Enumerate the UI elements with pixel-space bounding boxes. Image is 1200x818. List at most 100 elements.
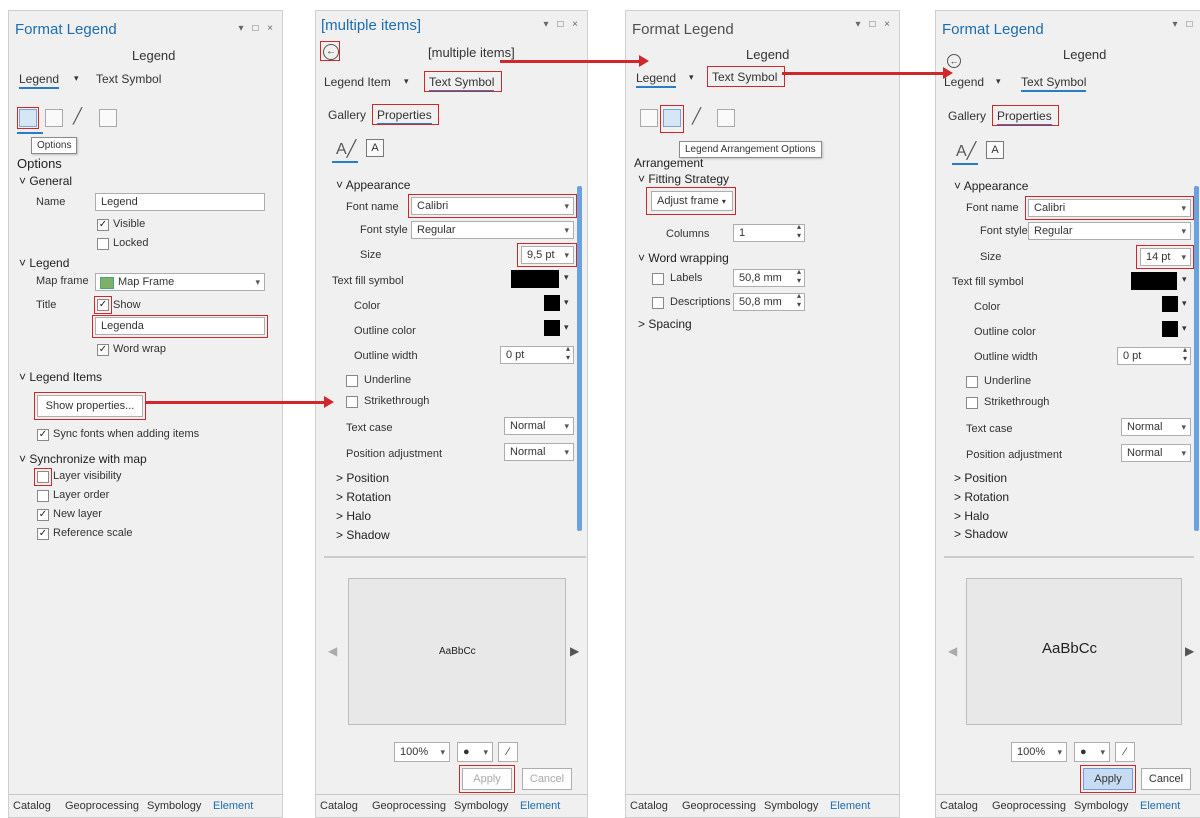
tab-element[interactable]: Element xyxy=(1140,800,1180,812)
descriptions-checkbox[interactable] xyxy=(652,297,664,309)
chevron-down-icon[interactable]: ▾ xyxy=(564,322,569,333)
tab-geoprocessing[interactable]: Geoprocessing xyxy=(65,800,139,812)
shadow-header[interactable]: > Shadow xyxy=(954,527,1008,541)
tab-catalog[interactable]: Catalog xyxy=(940,800,978,812)
window-controls[interactable]: ▾ □ × xyxy=(1173,19,1200,30)
general-header[interactable]: ˅ General xyxy=(19,174,72,188)
spacing-header[interactable]: > Spacing xyxy=(638,317,692,331)
nav-dropdown-icon[interactable]: ▾ xyxy=(74,73,79,84)
tab-symbology[interactable]: Symbology xyxy=(1074,800,1128,812)
options-icon[interactable] xyxy=(640,109,658,127)
tab-gallery[interactable]: Gallery xyxy=(328,108,366,122)
nav-dropdown-icon[interactable]: ▾ xyxy=(689,72,694,83)
splitter[interactable] xyxy=(324,556,586,558)
chevron-down-icon[interactable]: ▾ xyxy=(1182,274,1187,285)
tab-symbology[interactable]: Symbology xyxy=(454,800,508,812)
window-controls[interactable]: ▾ □ × xyxy=(239,23,276,34)
nav-text-symbol[interactable]: Text Symbol xyxy=(1021,75,1087,92)
outline-color-swatch[interactable] xyxy=(544,320,560,336)
position-adjustment-dropdown[interactable]: Normal xyxy=(1121,444,1191,462)
text-background-icon[interactable]: A xyxy=(366,139,384,157)
halo-header[interactable]: > Halo xyxy=(336,509,371,523)
font-style-dropdown[interactable]: Regular xyxy=(411,221,574,239)
text-format-icon[interactable]: A╱ xyxy=(336,139,356,159)
tab-gallery[interactable]: Gallery xyxy=(948,109,986,123)
fitting-strategy-header[interactable]: ˅ Fitting Strategy xyxy=(638,172,729,186)
arrangement-icon[interactable] xyxy=(45,109,63,127)
chevron-down-icon[interactable]: ▾ xyxy=(1182,298,1187,309)
legend-header[interactable]: ˅ Legend xyxy=(19,256,69,270)
text-case-dropdown[interactable]: Normal xyxy=(1121,418,1191,436)
nav-dropdown-icon[interactable]: ▾ xyxy=(996,76,1001,87)
chevron-down-icon[interactable]: ▾ xyxy=(564,297,569,308)
rotation-header[interactable]: > Rotation xyxy=(336,490,391,504)
descriptions-width-stepper[interactable]: 50,8 mm xyxy=(733,291,805,311)
zoom-dropdown[interactable]: 100% xyxy=(1011,742,1067,762)
underline-checkbox[interactable] xyxy=(966,376,978,388)
scrollbar[interactable] xyxy=(577,186,582,531)
pencil-icon[interactable]: ╱ xyxy=(692,107,701,125)
back-arrow-icon[interactable]: ← xyxy=(947,54,961,68)
tab-symbology[interactable]: Symbology xyxy=(147,800,201,812)
appearance-header[interactable]: ˅ Appearance xyxy=(954,179,1028,193)
nav-dropdown-icon[interactable]: ▾ xyxy=(404,76,409,87)
underline-checkbox[interactable] xyxy=(346,375,358,387)
cancel-button[interactable]: Cancel xyxy=(1141,768,1191,790)
strikethrough-checkbox[interactable] xyxy=(966,397,978,409)
tab-geoprocessing[interactable]: Geoprocessing xyxy=(992,800,1066,812)
map-frame-dropdown[interactable]: Map Frame xyxy=(95,273,265,291)
color-swatch[interactable] xyxy=(544,295,560,311)
preview-background-dropdown[interactable]: ● xyxy=(1074,742,1110,762)
text-case-dropdown[interactable]: Normal xyxy=(504,417,574,435)
tab-catalog[interactable]: Catalog xyxy=(13,800,51,812)
font-style-dropdown[interactable]: Regular xyxy=(1028,222,1191,240)
cancel-button[interactable]: Cancel xyxy=(522,768,572,790)
tab-catalog[interactable]: Catalog xyxy=(630,800,668,812)
halo-header[interactable]: > Halo xyxy=(954,509,989,523)
legend-items-header[interactable]: ˅ Legend Items xyxy=(19,370,102,384)
nav-text-symbol[interactable]: Text Symbol xyxy=(96,72,161,86)
preview-background-dropdown[interactable]: ● xyxy=(457,742,493,762)
text-background-icon[interactable]: A xyxy=(986,141,1004,159)
tab-symbology[interactable]: Symbology xyxy=(764,800,818,812)
preview-prev-icon[interactable]: ◀ xyxy=(328,644,337,658)
word-wrapping-header[interactable]: ˅ Word wrapping xyxy=(638,251,729,265)
splitter[interactable] xyxy=(944,556,1194,558)
layer-order-checkbox[interactable] xyxy=(37,490,49,502)
outline-width-stepper[interactable]: 0 pt xyxy=(500,344,574,364)
preview-options-icon[interactable]: ⁄ xyxy=(498,742,518,762)
position-adjustment-dropdown[interactable]: Normal xyxy=(504,443,574,461)
strikethrough-checkbox[interactable] xyxy=(346,396,358,408)
name-input[interactable]: Legend xyxy=(95,193,265,211)
word-wrap-checkbox[interactable]: ✓ xyxy=(97,344,109,356)
visible-checkbox[interactable]: ✓ xyxy=(97,219,109,231)
columns-stepper[interactable]: 1 xyxy=(733,222,805,242)
locked-checkbox[interactable] xyxy=(97,238,109,250)
window-controls[interactable]: ▾ □ × xyxy=(544,19,581,30)
synchronize-header[interactable]: ˅ Synchronize with map xyxy=(19,452,147,466)
nav-legend[interactable]: Legend xyxy=(19,72,60,89)
position-header[interactable]: > Position xyxy=(336,471,389,485)
chevron-down-icon[interactable]: ▾ xyxy=(1182,323,1187,334)
scrollbar[interactable] xyxy=(1194,186,1199,531)
preview-prev-icon[interactable]: ◀ xyxy=(948,644,957,658)
sync-fonts-checkbox[interactable]: ✓ xyxy=(37,429,49,441)
nav-legend-item[interactable]: Legend Item xyxy=(324,75,391,89)
tab-element[interactable]: Element xyxy=(830,800,870,812)
color-swatch[interactable] xyxy=(1162,296,1178,312)
tab-element[interactable]: Element xyxy=(520,800,560,812)
shadow-header[interactable]: > Shadow xyxy=(336,528,390,542)
tab-geoprocessing[interactable]: Geoprocessing xyxy=(372,800,446,812)
preview-next-icon[interactable]: ▶ xyxy=(1185,644,1194,658)
tab-catalog[interactable]: Catalog xyxy=(320,800,358,812)
preview-options-icon[interactable]: ⁄ xyxy=(1115,742,1135,762)
pencil-icon[interactable]: ╱ xyxy=(73,107,82,125)
labels-width-stepper[interactable]: 50,8 mm xyxy=(733,267,805,287)
appearance-header[interactable]: ˅ Appearance xyxy=(336,178,410,192)
position-header[interactable]: > Position xyxy=(954,471,1007,485)
tab-geoprocessing[interactable]: Geoprocessing xyxy=(682,800,756,812)
labels-checkbox[interactable] xyxy=(652,273,664,285)
text-fill-swatch[interactable] xyxy=(1131,272,1177,290)
window-controls[interactable]: ▾ □ × xyxy=(856,19,893,30)
reference-scale-checkbox[interactable]: ✓ xyxy=(37,528,49,540)
